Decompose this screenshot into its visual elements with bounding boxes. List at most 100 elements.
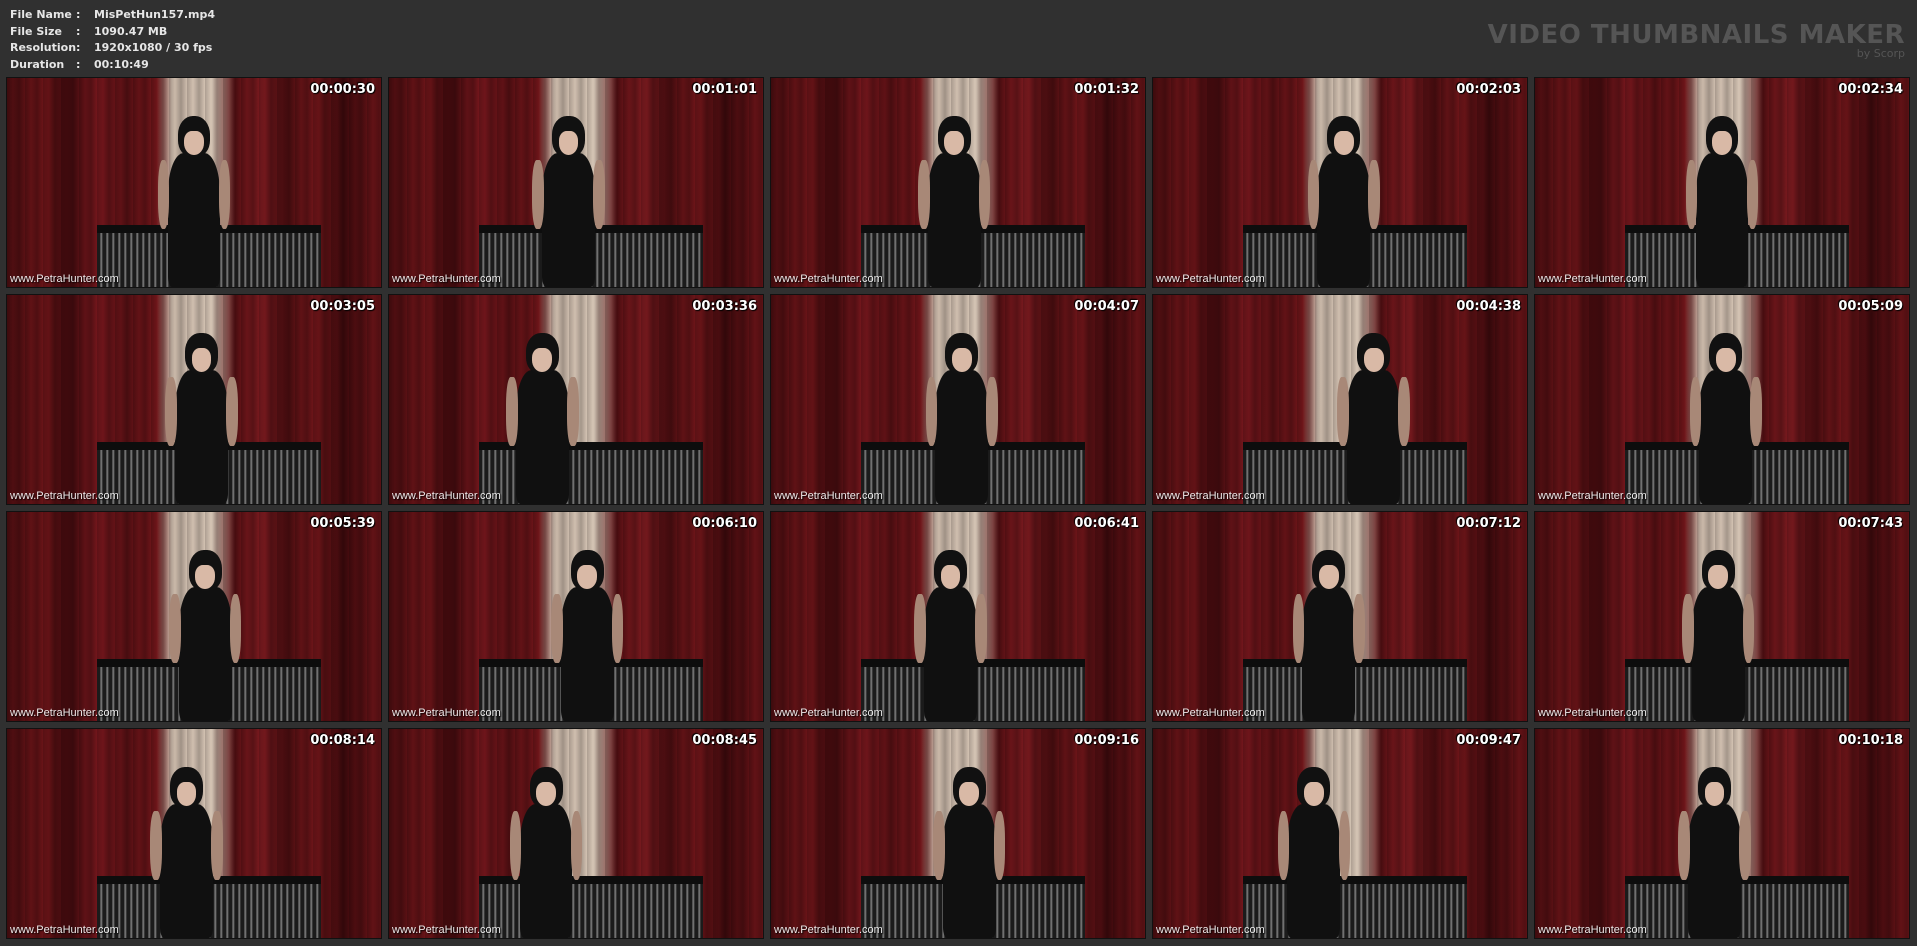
watermark: www.PetraHunter.com xyxy=(10,490,119,502)
figure-body xyxy=(515,370,569,504)
person-figure xyxy=(1673,766,1755,938)
figure-face xyxy=(951,348,972,373)
thumbnail-grid: 00:00:30 www.PetraHunter.com 00:01:01 www.P… xyxy=(6,77,1910,939)
timestamp: 00:01:32 xyxy=(1074,82,1139,97)
watermark: www.PetraHunter.com xyxy=(1538,707,1647,719)
figure-body xyxy=(167,153,221,287)
person-figure xyxy=(1273,766,1355,938)
timestamp: 00:07:43 xyxy=(1838,516,1903,531)
figure-face xyxy=(1303,782,1324,807)
timestamp: 00:08:14 xyxy=(310,733,375,748)
thumbnail[interactable]: 00:10:18 www.PetraHunter.com xyxy=(1534,728,1910,939)
figure-arm-l xyxy=(1292,594,1305,663)
timestamp: 00:06:10 xyxy=(692,516,757,531)
figure-body xyxy=(1287,804,1341,938)
person-figure xyxy=(153,115,235,287)
figure-arm-r xyxy=(570,811,583,880)
thumbnail[interactable]: 00:07:43 www.PetraHunter.com xyxy=(1534,511,1910,722)
figure-body xyxy=(1699,370,1753,504)
figure-arm-l xyxy=(1685,160,1698,229)
timestamp: 00:03:05 xyxy=(310,299,375,314)
brand-title: VIDEO THUMBNAILS MAKER xyxy=(1487,20,1905,50)
thumbnail[interactable]: 00:03:05 www.PetraHunter.com xyxy=(6,294,382,505)
figure-arm-l xyxy=(169,594,181,663)
brand-logo: VIDEO THUMBNAILS MAKER by Scorp xyxy=(1488,20,1905,60)
thumbnail[interactable]: 00:09:16 www.PetraHunter.com xyxy=(770,728,1146,939)
figure-face xyxy=(577,565,598,590)
timestamp: 00:08:45 xyxy=(692,733,757,748)
thumbnail[interactable]: 00:04:38 www.PetraHunter.com xyxy=(1152,294,1528,505)
thumbnail[interactable]: 00:03:36 www.PetraHunter.com xyxy=(388,294,764,505)
thumbnail[interactable]: 00:04:07 www.PetraHunter.com xyxy=(770,294,1146,505)
file-info-panel: File Name : MisPetHun157.mp4 File Size :… xyxy=(10,7,215,73)
figure-body xyxy=(160,804,213,938)
figure-arm-r xyxy=(1353,594,1365,663)
thumbnail[interactable]: 00:01:01 www.PetraHunter.com xyxy=(388,77,764,288)
thumbnail[interactable]: 00:01:32 www.PetraHunter.com xyxy=(770,77,1146,288)
figure-arm-r xyxy=(1398,377,1410,446)
thumbnail[interactable]: 00:00:30 www.PetraHunter.com xyxy=(6,77,382,288)
thumbnail[interactable]: 00:09:47 www.PetraHunter.com xyxy=(1152,728,1528,939)
figure-arm-l xyxy=(1678,811,1690,880)
watermark: www.PetraHunter.com xyxy=(1156,924,1265,936)
file-size-value: 1090.47 MB xyxy=(94,24,168,38)
resolution-row: Resolution : 1920x1080 / 30 fps xyxy=(10,40,215,57)
separator: : xyxy=(76,41,81,54)
watermark: www.PetraHunter.com xyxy=(774,490,883,502)
duration-value: 00:10:49 xyxy=(94,57,149,71)
timestamp: 00:09:16 xyxy=(1074,733,1139,748)
separator: : xyxy=(76,57,81,71)
figure-arm-l xyxy=(925,377,938,446)
person-figure xyxy=(1288,549,1370,721)
person-figure xyxy=(1681,115,1763,287)
timestamp: 00:00:30 xyxy=(310,82,375,97)
figure-arm-l xyxy=(157,160,170,229)
figure-face xyxy=(195,565,216,590)
watermark: www.PetraHunter.com xyxy=(1156,707,1265,719)
thumbnail[interactable]: 00:02:03 www.PetraHunter.com xyxy=(1152,77,1528,288)
resolution-value: 1920x1080 / 30 fps xyxy=(94,41,213,54)
figure-body xyxy=(1688,804,1741,938)
watermark: www.PetraHunter.com xyxy=(1156,273,1265,285)
figure-face xyxy=(1363,348,1384,373)
watermark: www.PetraHunter.com xyxy=(392,707,501,719)
timestamp: 00:02:34 xyxy=(1838,82,1903,97)
figure-body xyxy=(178,587,232,721)
figure-arm-r xyxy=(211,811,223,880)
figure-body xyxy=(1347,370,1400,504)
file-name-label: File Name xyxy=(10,8,72,21)
figure-arm-r xyxy=(1742,594,1755,663)
person-figure xyxy=(928,766,1010,938)
thumbnail[interactable]: 00:06:41 www.PetraHunter.com xyxy=(770,511,1146,722)
figure-face xyxy=(1708,565,1729,590)
figure-face xyxy=(1318,565,1339,590)
figure-body xyxy=(942,804,996,938)
timestamp: 00:10:18 xyxy=(1838,733,1903,748)
figure-face xyxy=(184,131,204,156)
figure-arm-l xyxy=(933,811,945,880)
watermark: www.PetraHunter.com xyxy=(774,924,883,936)
watermark: www.PetraHunter.com xyxy=(774,273,883,285)
person-figure xyxy=(1685,332,1767,504)
timestamp: 00:03:36 xyxy=(692,299,757,314)
timestamp: 00:05:39 xyxy=(310,516,375,531)
thumbnail[interactable]: 00:05:39 www.PetraHunter.com xyxy=(6,511,382,722)
thumbnail[interactable]: 00:02:34 www.PetraHunter.com xyxy=(1534,77,1910,288)
thumbnail[interactable]: 00:07:12 www.PetraHunter.com xyxy=(1152,511,1528,722)
thumbnail[interactable]: 00:08:14 www.PetraHunter.com xyxy=(6,728,382,939)
figure-body xyxy=(927,153,981,287)
thumbnail[interactable]: 00:08:45 www.PetraHunter.com xyxy=(388,728,764,939)
watermark: www.PetraHunter.com xyxy=(392,924,501,936)
watermark: www.PetraHunter.com xyxy=(10,707,119,719)
thumbnail[interactable]: 00:05:09 www.PetraHunter.com xyxy=(1534,294,1910,505)
separator: : xyxy=(76,24,81,38)
person-figure xyxy=(505,766,587,938)
person-figure xyxy=(145,766,227,938)
person-figure xyxy=(909,549,991,721)
figure-face xyxy=(959,782,980,807)
figure-body xyxy=(935,370,989,504)
figure-arm-l xyxy=(165,377,177,446)
watermark: www.PetraHunter.com xyxy=(1156,490,1265,502)
timestamp: 00:06:41 xyxy=(1074,516,1139,531)
thumbnail[interactable]: 00:06:10 www.PetraHunter.com xyxy=(388,511,764,722)
